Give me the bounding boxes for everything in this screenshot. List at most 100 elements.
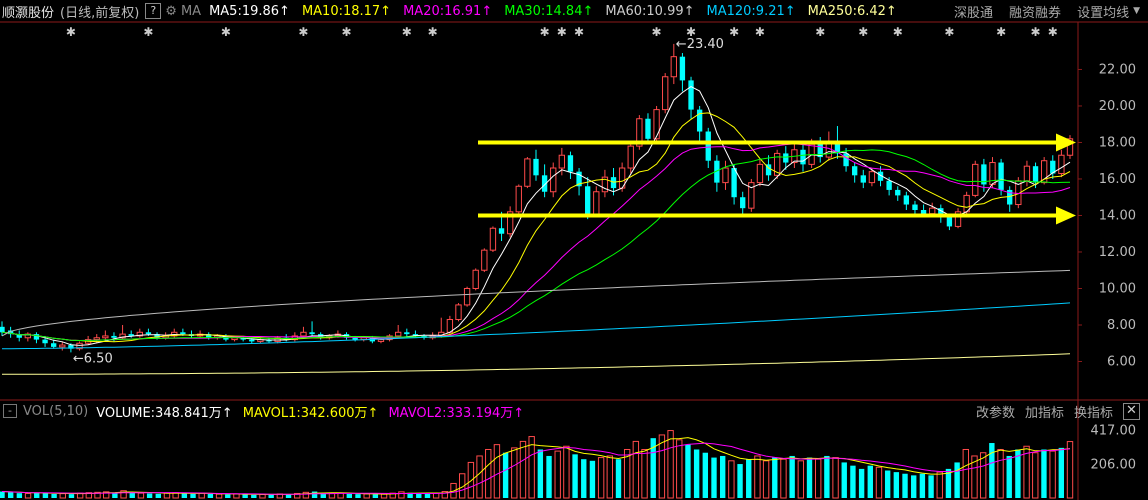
volume-bar <box>928 475 934 498</box>
price-tick-label: 14.00 <box>1099 208 1136 223</box>
volume-bar <box>7 492 14 498</box>
volume-bar <box>251 494 257 498</box>
candle-body <box>59 344 66 348</box>
candle-body <box>722 167 729 184</box>
volume-indicator-label[interactable]: VOL(5,10) <box>23 404 88 419</box>
mavol2-line <box>1 442 1071 495</box>
volume-bar <box>372 494 379 498</box>
candle-body <box>610 177 617 189</box>
volume-bar <box>615 459 622 498</box>
volume-bar <box>1049 450 1056 499</box>
low-price-annotation: ←6.50 <box>73 351 113 366</box>
volume-bar <box>0 491 5 498</box>
volume-bar <box>233 493 240 499</box>
volume-bar <box>832 457 839 499</box>
candle-body <box>903 195 910 205</box>
volume-bar <box>511 447 518 499</box>
volume-bar <box>658 434 666 499</box>
ma-line-ma250 <box>2 353 1071 375</box>
candle-body <box>946 217 953 227</box>
candle-body <box>731 168 737 198</box>
candle-body <box>852 166 858 176</box>
volume-tick-label: 206.00 <box>1091 458 1137 473</box>
volume-bar <box>693 449 700 498</box>
candle-body <box>868 171 876 184</box>
volume-bar <box>355 494 361 498</box>
volume-bar <box>641 448 648 499</box>
volume-bar <box>606 455 613 499</box>
close-icon[interactable]: ✕ <box>1123 402 1140 420</box>
candle-body <box>843 153 849 167</box>
event-marker-icon: ✱ <box>893 25 903 39</box>
channel-arrowhead <box>1056 206 1076 225</box>
volume-value-2: MAVOL2:333.194万↑ <box>388 405 525 421</box>
volume-bar <box>597 457 605 499</box>
add-indicator-button[interactable]: 加指标 <box>1025 402 1064 421</box>
volume-bar <box>502 452 509 498</box>
candle-body <box>93 337 100 341</box>
volume-value-0: VOLUME:348.841万↑ <box>96 405 233 421</box>
event-marker-icon: ✱ <box>557 25 567 39</box>
volume-bar <box>702 452 709 498</box>
price-tick-label: 10.00 <box>1099 281 1136 296</box>
candlestick-chart[interactable]: 22.00 20.00 18.00 16.00 14.00 12.00 10.00 8.00 6… <box>0 0 1148 500</box>
event-marker-icon: ✱ <box>221 25 231 39</box>
volume-bar <box>363 493 370 499</box>
price-tick-label: 20.00 <box>1099 99 1136 114</box>
price-tick-label: 6.00 <box>1107 354 1136 369</box>
candle-body <box>309 332 315 335</box>
volume-bar <box>163 492 171 499</box>
volume-value-1: MAVOL1:342.600万↑ <box>242 405 379 421</box>
volume-bar <box>711 457 717 498</box>
candle-body <box>145 332 152 335</box>
candle-body <box>800 149 806 165</box>
candle-body <box>662 76 669 111</box>
volume-bar <box>225 494 231 498</box>
candle-body <box>463 287 471 306</box>
volume-menu: 改参数 加指标 换指标 ✕ <box>966 401 1140 421</box>
ma-line-ma120 <box>2 302 1071 350</box>
volume-bar <box>563 445 570 499</box>
volume-bar <box>34 492 40 498</box>
volume-bar <box>884 470 891 498</box>
volume-bar <box>875 466 883 499</box>
volume-bar <box>416 493 422 498</box>
volume-bar <box>467 461 475 499</box>
volume-bar <box>1006 455 1012 498</box>
candle-body <box>1023 165 1031 182</box>
volume-bar <box>806 457 813 498</box>
collapse-button[interactable]: - <box>3 404 17 418</box>
volume-bar <box>137 492 145 499</box>
candle-body <box>533 158 539 176</box>
candle-body <box>481 249 488 271</box>
volume-bar <box>737 464 743 498</box>
candle-body <box>567 155 574 172</box>
volume-bar <box>589 460 596 498</box>
event-marker-icon: ✱ <box>1031 25 1041 39</box>
price-tick-label: 8.00 <box>1107 318 1136 333</box>
volume-bar <box>676 439 683 499</box>
volume-bar <box>268 494 274 498</box>
event-marker-icon: ✱ <box>428 25 438 39</box>
volume-bar <box>207 493 214 498</box>
volume-bar <box>719 455 726 498</box>
volume-bar <box>16 493 23 498</box>
volume-bar <box>919 473 926 498</box>
candle-body <box>740 197 746 209</box>
volume-bar <box>485 448 492 499</box>
change-params-button[interactable]: 改参数 <box>976 402 1015 421</box>
volume-bar <box>1066 441 1074 499</box>
event-marker-icon: ✱ <box>574 25 584 39</box>
volume-bar <box>537 449 544 498</box>
volume-bar <box>850 465 856 498</box>
volume-bar <box>893 472 900 498</box>
volume-bar <box>328 492 336 499</box>
price-tick-label: 22.00 <box>1099 62 1136 77</box>
event-marker-icon: ✱ <box>341 25 351 39</box>
candle-body <box>972 163 979 196</box>
volume-bar <box>979 452 987 499</box>
switch-indicator-button[interactable]: 换指标 <box>1074 402 1113 421</box>
candle-body <box>51 343 57 347</box>
price-tick-label: 16.00 <box>1099 172 1136 187</box>
candle-body <box>920 210 927 214</box>
